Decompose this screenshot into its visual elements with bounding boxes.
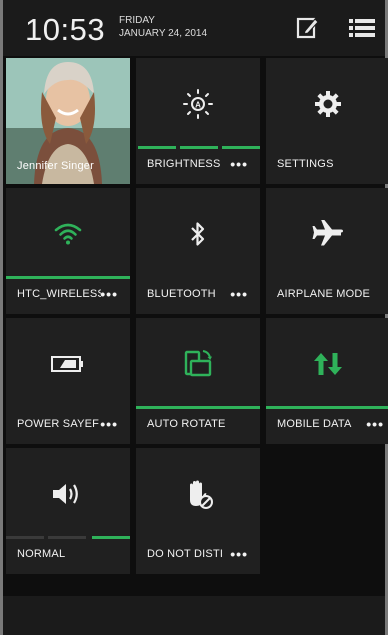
mobile-data-tile[interactable]: MOBILE DATA ••• bbox=[266, 318, 388, 444]
do-not-disturb-icon bbox=[136, 448, 260, 540]
power-saver-more-button[interactable]: ••• bbox=[100, 417, 118, 431]
mobile-data-icon bbox=[266, 318, 388, 410]
volume-level-segment bbox=[92, 536, 130, 539]
wifi-more-button[interactable]: ••• bbox=[100, 287, 118, 301]
do-not-disturb-more-button[interactable]: ••• bbox=[230, 547, 248, 561]
svg-text:A: A bbox=[195, 101, 201, 110]
edit-icon[interactable] bbox=[296, 16, 320, 40]
notification-drawer-bottom bbox=[3, 596, 385, 635]
bluetooth-icon bbox=[136, 188, 260, 280]
do-not-disturb-tile[interactable]: DO NOT DISTI ••• bbox=[136, 448, 260, 574]
date-block: FRIDAY JANUARY 24, 2014 bbox=[119, 14, 207, 40]
do-not-disturb-label: DO NOT DISTI bbox=[147, 548, 224, 560]
list-menu-icon[interactable] bbox=[349, 18, 375, 38]
bluetooth-label: BLUETOOTH bbox=[147, 288, 216, 300]
wifi-network-label: HTC_Wireless bbox=[17, 288, 101, 300]
volume-level-segment bbox=[6, 536, 44, 539]
brightness-level-segment bbox=[180, 146, 218, 149]
volume-level-segment bbox=[48, 536, 86, 539]
auto-rotate-tile[interactable]: AUTO ROTATE bbox=[136, 318, 260, 444]
brightness-icon: A bbox=[136, 58, 260, 150]
bluetooth-tile[interactable]: BLUETOOTH ••• bbox=[136, 188, 260, 314]
wifi-icon bbox=[6, 188, 130, 280]
wifi-tile[interactable]: HTC_Wireless ••• bbox=[6, 188, 130, 314]
auto-rotate-active-indicator bbox=[136, 406, 260, 409]
clock-time: 10:53 bbox=[25, 12, 106, 47]
sound-profile-label: NORMAL bbox=[17, 548, 66, 560]
settings-tile[interactable]: SETTINGS bbox=[266, 58, 388, 184]
airplane-mode-tile[interactable]: AIRPLANE MODE bbox=[266, 188, 388, 314]
airplane-mode-label: AIRPLANE MODE bbox=[277, 288, 371, 300]
battery-icon bbox=[6, 318, 130, 410]
settings-gear-icon bbox=[266, 58, 388, 150]
bluetooth-more-button[interactable]: ••• bbox=[230, 287, 248, 301]
brightness-tile[interactable]: A BRIGHTNESS ••• bbox=[136, 58, 260, 184]
auto-rotate-label: AUTO ROTATE bbox=[147, 418, 226, 430]
mobile-data-label: MOBILE DATA bbox=[277, 418, 352, 430]
wifi-active-indicator bbox=[6, 276, 130, 279]
sound-profile-tile[interactable]: NORMAL bbox=[6, 448, 130, 574]
full-date: JANUARY 24, 2014 bbox=[119, 28, 208, 39]
mobile-data-active-indicator bbox=[266, 406, 388, 409]
power-saver-tile[interactable]: POWER SAYEF ••• bbox=[6, 318, 130, 444]
contact-name: Jennifer Singer bbox=[17, 160, 94, 172]
mobile-data-more-button[interactable]: ••• bbox=[366, 417, 384, 431]
brightness-level-segment bbox=[222, 146, 260, 149]
brightness-level-segment bbox=[138, 146, 176, 149]
day-of-week: FRIDAY bbox=[119, 15, 155, 26]
settings-label: SETTINGS bbox=[277, 158, 334, 170]
volume-icon bbox=[6, 448, 130, 540]
rotate-icon bbox=[136, 318, 260, 410]
brightness-label: BRIGHTNESS bbox=[147, 158, 221, 170]
airplane-icon bbox=[266, 188, 388, 280]
notification-header: 10:53 FRIDAY JANUARY 24, 2014 bbox=[3, 0, 385, 56]
brightness-more-button[interactable]: ••• bbox=[230, 157, 248, 171]
contact-tile[interactable]: Jennifer Singer bbox=[6, 58, 130, 184]
power-saver-label: POWER SAYEF bbox=[17, 418, 100, 430]
quick-settings-grid: Jennifer Singer A BRIGHTNESS ••• SETTING… bbox=[6, 58, 388, 578]
